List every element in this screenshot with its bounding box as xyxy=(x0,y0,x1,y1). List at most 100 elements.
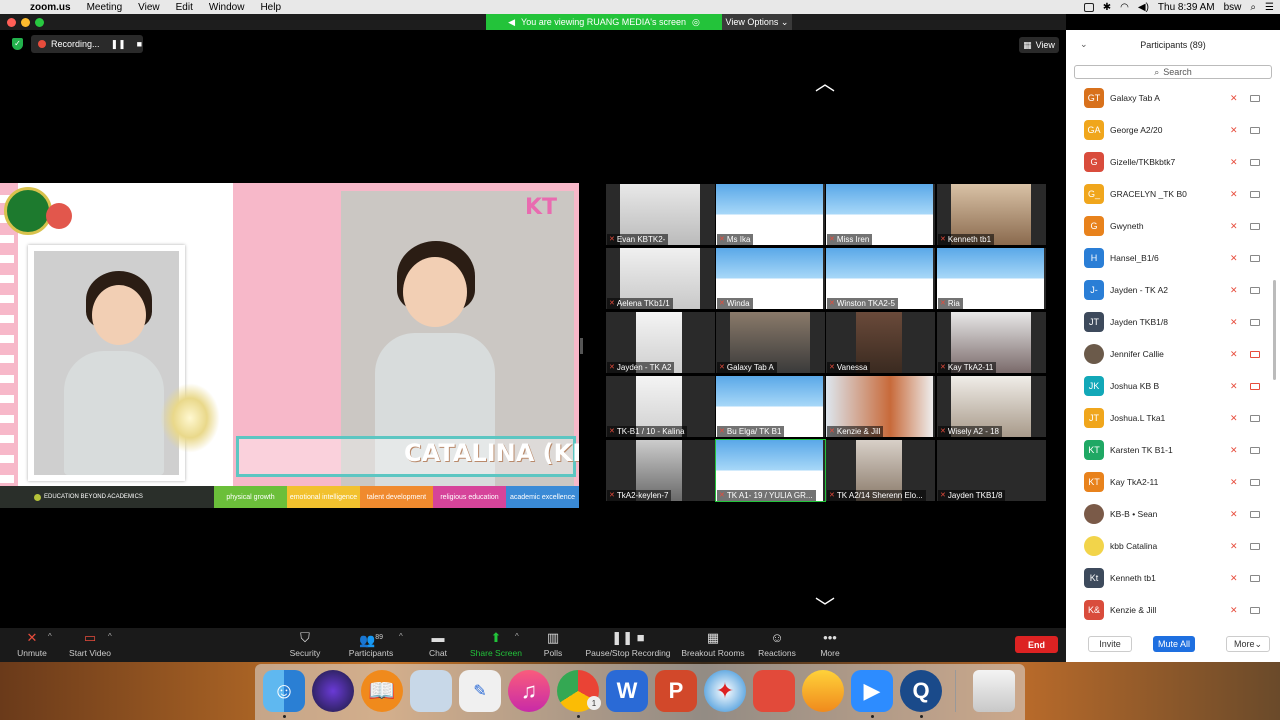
menu-meeting[interactable]: Meeting xyxy=(79,2,131,13)
safari-icon[interactable]: ✦ xyxy=(704,670,746,712)
splitter-handle[interactable] xyxy=(580,338,583,354)
participants-button[interactable]: 👥89 Participants xyxy=(345,630,397,658)
camera-icon[interactable] xyxy=(1250,190,1260,198)
finder-icon[interactable]: ☺ xyxy=(263,670,305,712)
security-button[interactable]: ⛉ Security xyxy=(285,630,325,658)
video-tile[interactable]: ✕ TkA2-keylen-7 xyxy=(606,440,715,501)
participant-row[interactable]: G Gwyneth ✕ xyxy=(1066,210,1280,242)
video-tile[interactable]: ✕ Ria xyxy=(937,248,1046,309)
breakout-rooms-button[interactable]: ▦ Breakout Rooms xyxy=(680,630,746,658)
polls-button[interactable]: ▥ Polls xyxy=(538,630,568,658)
menu-clock[interactable]: Thu 8:39 AM xyxy=(1158,2,1215,13)
camera-icon[interactable] xyxy=(1250,254,1260,262)
camera-icon[interactable] xyxy=(1250,286,1260,294)
gallery-page-down-icon[interactable]: ﹀ xyxy=(812,598,838,618)
camera-off-icon[interactable] xyxy=(1250,382,1260,390)
video-tile[interactable]: ✕ Ms Ika xyxy=(716,184,825,245)
textedit-icon[interactable]: ✎ xyxy=(459,670,501,712)
muted-mic-icon[interactable]: ✕ xyxy=(1230,285,1238,296)
zoom-icon[interactable]: ▶ xyxy=(851,670,893,712)
muted-mic-icon[interactable]: ✕ xyxy=(1230,445,1238,456)
muted-mic-icon[interactable]: ✕ xyxy=(1230,413,1238,424)
video-tile[interactable]: ✕ TK-B1 / 10 - Kalina xyxy=(606,376,715,437)
muted-mic-icon[interactable]: ✕ xyxy=(1230,349,1238,360)
participants-options-chevron-icon[interactable]: ^ xyxy=(399,632,403,641)
menu-window[interactable]: Window xyxy=(201,2,253,13)
participant-row[interactable]: KB-B • Sean ✕ xyxy=(1066,498,1280,530)
reactions-button[interactable]: ☺ Reactions xyxy=(755,630,799,658)
orange-app-icon[interactable] xyxy=(802,670,844,712)
participant-row[interactable]: GA George A2/20 ✕ xyxy=(1066,114,1280,146)
participant-row[interactable]: H Hansel_B1/6 ✕ xyxy=(1066,242,1280,274)
stop-recording-icon[interactable]: ■ xyxy=(137,39,142,49)
muted-mic-icon[interactable]: ✕ xyxy=(1230,541,1238,552)
camera-icon[interactable] xyxy=(1250,94,1260,102)
muted-mic-icon[interactable]: ✕ xyxy=(1230,157,1238,168)
camera-icon[interactable] xyxy=(1250,574,1260,582)
camera-icon[interactable] xyxy=(1250,414,1260,422)
collapse-panel-icon[interactable]: ⌄ xyxy=(1080,39,1088,50)
muted-mic-icon[interactable]: ✕ xyxy=(1230,573,1238,584)
audio-options-chevron-icon[interactable]: ^ xyxy=(48,632,52,641)
quicktime-icon[interactable]: Q xyxy=(900,670,942,712)
video-tile[interactable]: ✕ TK A1- 19 / YULIA GR... xyxy=(715,439,826,502)
participant-row[interactable]: JT Joshua.L Tka1 ✕ xyxy=(1066,402,1280,434)
video-tile[interactable]: ✕ Aelena TKb1/1 xyxy=(606,248,715,309)
participants-scrollbar[interactable] xyxy=(1273,280,1276,380)
muted-mic-icon[interactable]: ✕ xyxy=(1230,477,1238,488)
video-tile[interactable]: ✕ Jayden - TK A2 xyxy=(606,312,715,373)
video-tile[interactable]: ✕ Evan KBTK2- xyxy=(606,184,715,245)
share-options-chevron-icon[interactable]: ^ xyxy=(515,632,519,641)
muted-mic-icon[interactable]: ✕ xyxy=(1230,253,1238,264)
video-tile[interactable]: ✕ TK A2/14 Sherenn Elo... xyxy=(826,440,935,501)
camera-icon[interactable] xyxy=(1250,542,1260,550)
participant-row[interactable]: K& Kenzie & Jill ✕ xyxy=(1066,594,1280,626)
gallery-page-up-icon[interactable]: ︿ xyxy=(812,74,838,94)
muted-mic-icon[interactable]: ✕ xyxy=(1230,125,1238,136)
bluetooth-icon[interactable]: ✱ xyxy=(1103,2,1111,13)
camera-icon[interactable] xyxy=(1250,478,1260,486)
participant-row[interactable]: J- Jayden - TK A2 ✕ xyxy=(1066,274,1280,306)
camera-icon[interactable] xyxy=(1250,606,1260,614)
music-icon[interactable]: ♫ xyxy=(508,670,550,712)
powerpoint-icon[interactable]: P xyxy=(655,670,697,712)
more-options-button[interactable]: More ⌄ xyxy=(1226,636,1270,652)
camera-icon[interactable] xyxy=(1250,158,1260,166)
camera-icon[interactable] xyxy=(1250,222,1260,230)
video-tile[interactable]: ✕ Miss Iren xyxy=(826,184,935,245)
wifi-icon[interactable]: ◠ xyxy=(1120,2,1129,13)
participant-row[interactable]: Jennifer Callie ✕ xyxy=(1066,338,1280,370)
minimize-window-icon[interactable] xyxy=(21,18,30,27)
participants-search-input[interactable]: ⌕ Search xyxy=(1074,65,1272,79)
view-layout-button[interactable]: ▦ View xyxy=(1019,37,1059,53)
video-tile[interactable]: ✕ Jayden TKB1/8 xyxy=(937,440,1046,501)
camera-icon[interactable] xyxy=(1250,318,1260,326)
encryption-shield-icon[interactable]: ✓ xyxy=(12,38,23,50)
pause-stop-recording-button[interactable]: ❚❚ ■ Pause/Stop Recording xyxy=(583,630,673,658)
word-icon[interactable]: W xyxy=(606,670,648,712)
menu-view[interactable]: View xyxy=(130,2,168,13)
more-button[interactable]: ••• More xyxy=(815,630,845,658)
muted-mic-icon[interactable]: ✕ xyxy=(1230,509,1238,520)
menu-app-name[interactable]: zoom.us xyxy=(22,2,79,13)
participant-row[interactable]: GT Galaxy Tab A ✕ xyxy=(1066,82,1280,114)
close-window-icon[interactable] xyxy=(7,18,16,27)
books-icon[interactable]: 📖 xyxy=(361,670,403,712)
mute-all-button[interactable]: Mute All xyxy=(1153,636,1195,652)
siri-icon[interactable] xyxy=(312,670,354,712)
participant-row[interactable]: JT Jayden TKB1/8 ✕ xyxy=(1066,306,1280,338)
muted-mic-icon[interactable]: ✕ xyxy=(1230,189,1238,200)
muted-mic-icon[interactable]: ✕ xyxy=(1230,317,1238,328)
pause-recording-icon[interactable]: ❚❚ xyxy=(111,39,126,50)
camera-icon[interactable] xyxy=(1250,126,1260,134)
participant-row[interactable]: Kt Kenneth tb1 ✕ xyxy=(1066,562,1280,594)
view-options-button[interactable]: View Options ⌄ xyxy=(722,14,792,30)
video-tile[interactable]: ✕ Winda xyxy=(716,248,825,309)
menu-edit[interactable]: Edit xyxy=(168,2,201,13)
video-tile[interactable]: ✕ Kenzie & Jill xyxy=(826,376,935,437)
participant-row[interactable]: G Gizelle/TKBkbtk7 ✕ xyxy=(1066,146,1280,178)
participant-row[interactable]: G_ GRACELYN _TK B0 ✕ xyxy=(1066,178,1280,210)
menu-help[interactable]: Help xyxy=(252,2,289,13)
participant-row[interactable]: KT Karsten TK B1-1 ✕ xyxy=(1066,434,1280,466)
participant-row[interactable]: KT Kay TkA2-11 ✕ xyxy=(1066,466,1280,498)
